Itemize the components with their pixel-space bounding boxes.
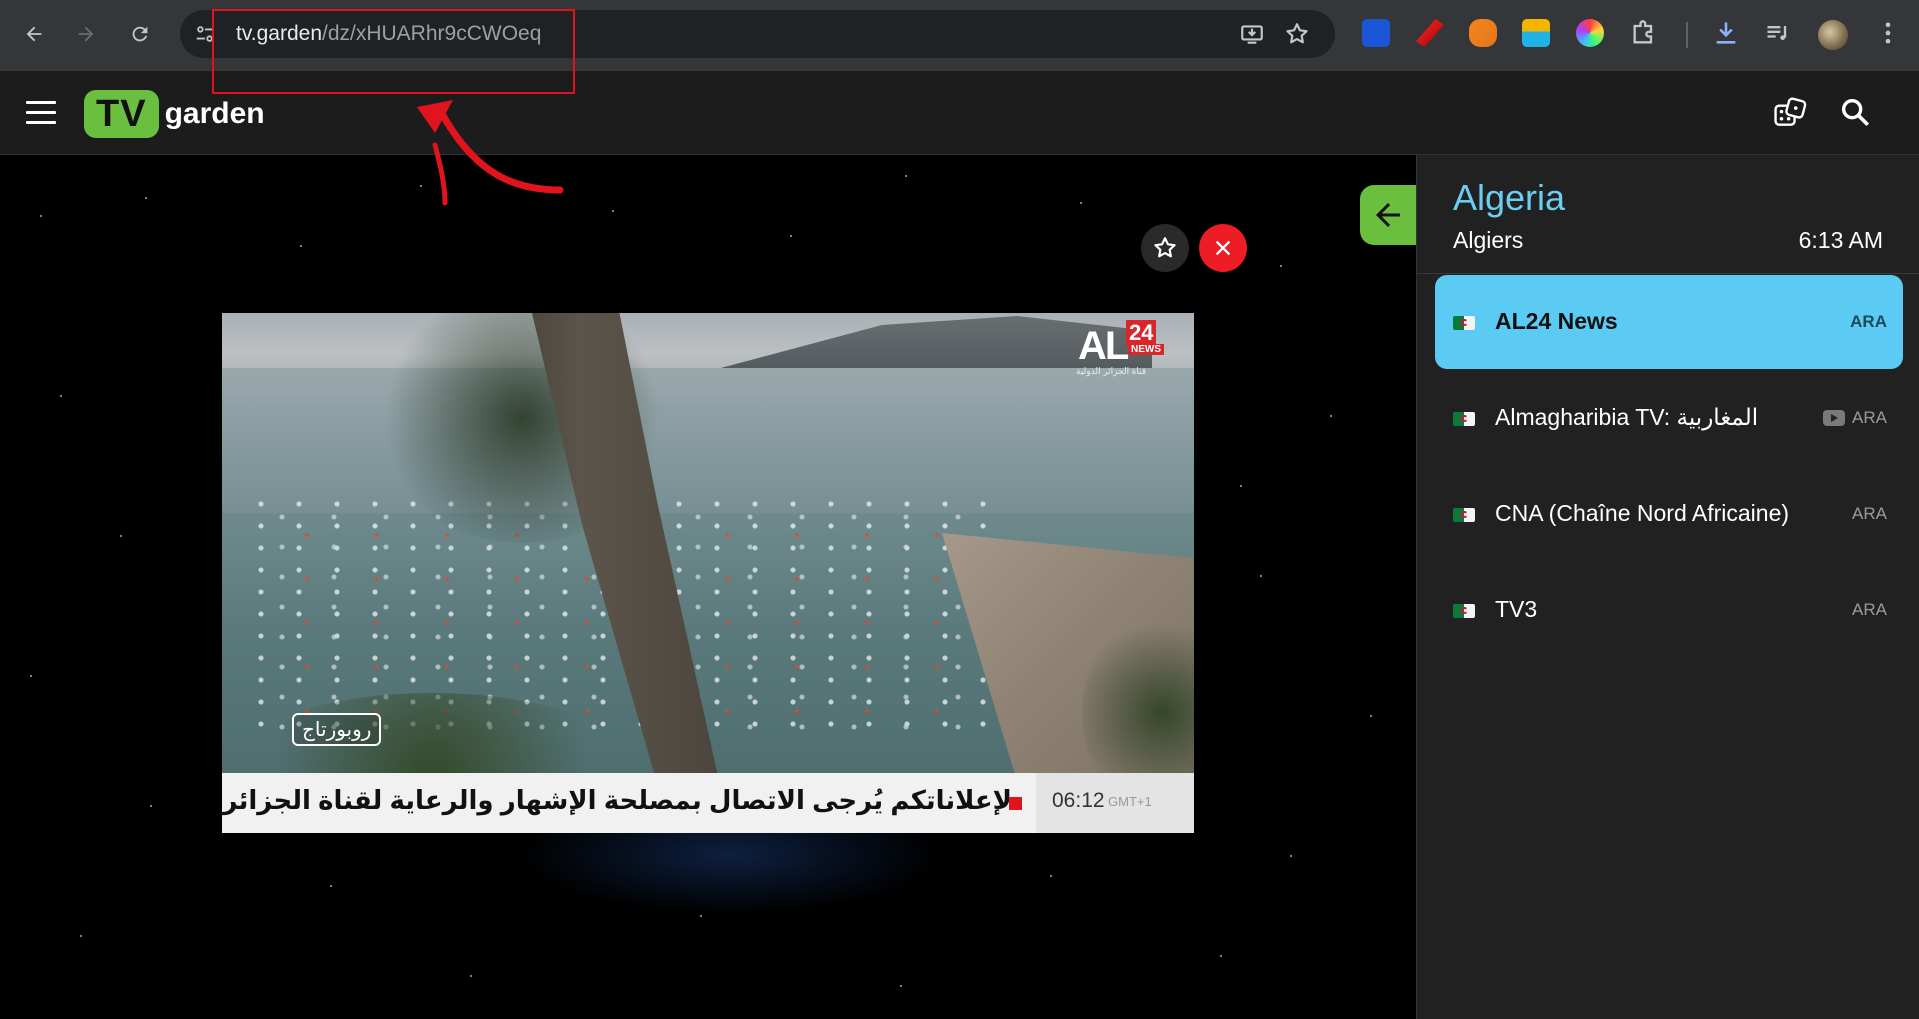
tvgarden-logo[interactable]: TV garden bbox=[84, 90, 265, 138]
channel-item-almagharibia[interactable]: Almagharibia TV: المغاربية ARA bbox=[1435, 371, 1903, 465]
sidebar-divider bbox=[1417, 273, 1919, 274]
algeria-flag-icon bbox=[1453, 412, 1475, 426]
hamburger-icon[interactable] bbox=[26, 101, 56, 125]
install-app-icon[interactable] bbox=[1239, 21, 1265, 47]
back-arrow-icon[interactable] bbox=[18, 18, 50, 50]
search-icon[interactable] bbox=[1838, 95, 1876, 133]
channel-language: ARA bbox=[1852, 600, 1887, 619]
bookmark-star-icon[interactable] bbox=[1284, 21, 1310, 47]
channel-name: AL24 News bbox=[1495, 308, 1618, 334]
logo-num: 24 bbox=[1126, 320, 1157, 346]
toolbar-separator bbox=[1686, 22, 1688, 48]
media-control-icon[interactable] bbox=[1764, 19, 1792, 47]
dice-icon[interactable] bbox=[1772, 95, 1810, 133]
channel-name: Almagharibia TV: المغاربية bbox=[1495, 404, 1759, 430]
extension-shield-icon[interactable] bbox=[1362, 19, 1390, 47]
ticker-message: لإعلاناتكم يُرجى الاتصال بمصلحة الإشهار … bbox=[222, 785, 1012, 815]
country-title: Algeria bbox=[1453, 177, 1566, 218]
extension-color-icon[interactable] bbox=[1576, 19, 1604, 47]
player-stage: AL 24 NEWS قناة الجزائر الدولية روبورتاج… bbox=[0, 155, 1416, 1019]
arrow-left-icon[interactable] bbox=[1360, 185, 1416, 245]
channel-sidebar: Algeria Algiers 6:13 AM AL24 News ARA Al… bbox=[1416, 155, 1919, 1019]
logo-tv: TV bbox=[84, 90, 159, 138]
youtube-icon bbox=[1823, 410, 1845, 426]
extension-pen-icon[interactable] bbox=[1416, 19, 1444, 47]
logo-al: AL bbox=[1078, 324, 1129, 368]
al24-channel-logo: AL 24 NEWS قناة الجزائر الدولية bbox=[1070, 318, 1180, 382]
algeria-flag-icon bbox=[1453, 604, 1475, 618]
channel-language: ARA bbox=[1850, 312, 1887, 331]
channel-item-al24-news[interactable]: AL24 News ARA bbox=[1435, 275, 1903, 369]
channel-item-tv3[interactable]: TV3 ARA bbox=[1435, 563, 1903, 657]
kebab-menu-icon[interactable] bbox=[1874, 19, 1902, 47]
close-icon[interactable] bbox=[1199, 224, 1247, 272]
city-name: Algiers bbox=[1453, 227, 1524, 253]
reload-icon[interactable] bbox=[124, 18, 156, 50]
algeria-flag-icon bbox=[1453, 508, 1475, 522]
segment-tag: روبورتاج bbox=[292, 713, 382, 746]
favorite-star-icon[interactable] bbox=[1141, 224, 1189, 272]
channel-item-cna[interactable]: CNA (Chaîne Nord Africaine) ARA bbox=[1435, 467, 1903, 561]
news-ticker: لإعلاناتكم يُرجى الاتصال بمصلحة الإشهار … bbox=[222, 773, 1194, 833]
channel-name: CNA (Chaîne Nord Africaine) bbox=[1495, 500, 1790, 526]
download-icon[interactable] bbox=[1712, 19, 1740, 47]
ticker-marker bbox=[1009, 797, 1022, 810]
ticker-timezone: GMT+1 bbox=[1108, 794, 1152, 809]
forward-arrow-icon[interactable] bbox=[70, 18, 102, 50]
extensions-puzzle-icon[interactable] bbox=[1630, 19, 1658, 47]
extension-webp-icon[interactable] bbox=[1522, 19, 1550, 47]
algeria-flag-icon bbox=[1453, 316, 1475, 330]
local-time: 6:13 AM bbox=[1798, 227, 1883, 253]
channel-language: ARA bbox=[1852, 408, 1887, 427]
channel-name: TV3 bbox=[1495, 596, 1538, 622]
ticker-time: 06:12 bbox=[1052, 789, 1105, 812]
annotation-arrow bbox=[417, 100, 564, 206]
logo-garden: garden bbox=[164, 97, 265, 130]
profile-avatar[interactable] bbox=[1818, 20, 1848, 50]
logo-news: NEWS bbox=[1128, 344, 1164, 355]
logo-subtitle: قناة الجزائر الدولية bbox=[1076, 366, 1147, 376]
url-highlight-box bbox=[212, 9, 575, 94]
video-player[interactable]: AL 24 NEWS قناة الجزائر الدولية روبورتاج… bbox=[222, 313, 1194, 833]
channel-language: ARA bbox=[1852, 504, 1887, 523]
extension-fox-icon[interactable] bbox=[1469, 19, 1497, 47]
